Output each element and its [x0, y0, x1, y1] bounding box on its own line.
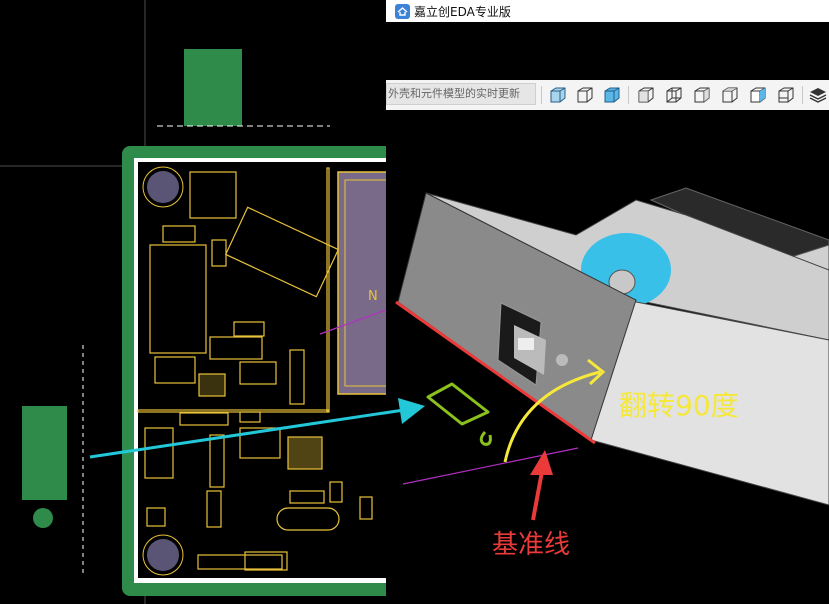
cube-front-icon[interactable]	[636, 85, 656, 105]
pcb-drawing: N	[0, 0, 386, 604]
cube-outline-icon[interactable]	[575, 85, 595, 105]
cube-shaded-icon[interactable]	[602, 85, 622, 105]
silk-label-n: N	[368, 289, 378, 304]
toolbar-separator	[802, 86, 803, 104]
enclosure-3d-model	[397, 187, 829, 506]
mount-pad-left	[33, 508, 53, 528]
app-logo-icon	[395, 3, 410, 19]
view-3d-window[interactable]: 嘉立创EDA专业版 外壳和元件模型的实时更新 翻转90度	[386, 0, 829, 604]
toolbar-separator	[628, 86, 629, 104]
pcb-canvas[interactable]: N	[0, 0, 386, 604]
baseline-label: 基准线	[492, 530, 571, 560]
toolbar-separator	[541, 86, 542, 104]
title-bar: 嘉立创EDA专业版	[386, 0, 829, 22]
flip-90-label: 翻转90度	[619, 389, 739, 422]
update-hint-label: 外壳和元件模型的实时更新	[386, 83, 536, 105]
layers-icon[interactable]	[808, 85, 828, 105]
view-toolbar: 外壳和元件模型的实时更新	[386, 80, 829, 110]
connector-left	[22, 406, 67, 500]
cube-bottom-icon[interactable]	[776, 85, 796, 105]
cube-left-icon[interactable]	[692, 85, 712, 105]
cube-back-icon[interactable]	[664, 85, 684, 105]
window-title: 嘉立创EDA专业版	[414, 4, 511, 19]
connector-top	[184, 49, 242, 126]
cube-top-icon[interactable]	[748, 85, 768, 105]
cube-right-icon[interactable]	[720, 85, 740, 105]
cube-view-icon[interactable]	[548, 85, 568, 105]
